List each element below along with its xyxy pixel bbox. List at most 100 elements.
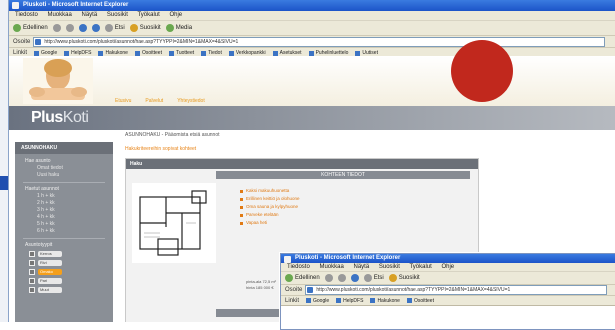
bullet-icon: [240, 205, 243, 209]
feature-list: Kaksi makuuhuonetta Erillinen keittiö ja…: [240, 187, 300, 227]
search-icon: [104, 24, 113, 32]
menu-favorites[interactable]: Suosikit: [379, 264, 400, 270]
back-button[interactable]: Edellinen: [285, 274, 320, 282]
link-icon: [336, 298, 342, 303]
panel-title: Haku: [126, 159, 478, 169]
menu-view[interactable]: Näytä: [82, 12, 98, 18]
second-browser-window[interactable]: Pluskoti - Microsoft Internet Explorer T…: [280, 253, 615, 330]
site-logo[interactable]: PlusKoti: [31, 109, 89, 127]
refresh-button[interactable]: [350, 274, 359, 282]
menu-help[interactable]: Ohje: [441, 264, 454, 270]
type-filter[interactable]: Muut: [15, 285, 113, 294]
page-icon: [35, 38, 42, 45]
menu-help[interactable]: Ohje: [169, 12, 182, 18]
checkbox[interactable]: [29, 286, 35, 293]
forward-arrow-icon: [52, 24, 61, 32]
feature-item: Oma sauna ja kylpyhuone: [240, 203, 300, 211]
link-icon: [34, 50, 40, 56]
back-arrow-icon: [285, 274, 293, 282]
media-icon: [165, 24, 174, 32]
menu-file[interactable]: Tiedosto: [15, 12, 38, 18]
checkbox[interactable]: [29, 250, 35, 257]
sidebar-section-title: Asuntotyypit: [25, 242, 53, 248]
breadcrumb: ASUNNOHAKU - Pääomista etsiä asunnot: [125, 132, 220, 138]
search-button[interactable]: Etsi: [104, 24, 125, 32]
ie-logo-icon: [284, 256, 291, 263]
listing-details: pinta-ala 72,5 m² hinta 185 000 €: [246, 279, 276, 291]
media-button[interactable]: Media: [165, 24, 192, 32]
stop-button[interactable]: [65, 24, 74, 32]
window-title: Pluskoti - Microsoft Internet Explorer: [295, 255, 401, 261]
forward-arrow-icon: [324, 274, 333, 282]
back-button[interactable]: Edellinen: [13, 24, 48, 32]
desktop-edge: [0, 0, 8, 322]
favorites-button[interactable]: Suosikit: [129, 24, 161, 32]
divider: [23, 238, 105, 239]
feature-item: Kaksi makuuhuonetta: [240, 187, 300, 195]
window-title: Pluskoti - Microsoft Internet Explorer: [23, 2, 129, 8]
red-marker-circle: [451, 40, 513, 102]
favorites-star-icon: [388, 274, 397, 282]
link-item[interactable]: Google: [306, 298, 329, 304]
nav-contact[interactable]: Yhteystiedot: [177, 98, 205, 104]
back-arrow-icon: [13, 24, 21, 32]
sidebar-subitem[interactable]: 1 h + kk: [15, 193, 113, 200]
menu-tools[interactable]: Työkalut: [409, 264, 431, 270]
sidebar-subitem[interactable]: 4 h + kk: [15, 214, 113, 221]
forward-button[interactable]: [324, 274, 333, 282]
sidebar-item[interactable]: Haetut asunnot: [15, 186, 113, 193]
home-button[interactable]: [91, 24, 100, 32]
nav-services[interactable]: Palvelut: [145, 98, 163, 104]
sidebar-item[interactable]: Uusi haku: [15, 172, 113, 179]
standard-toolbar: Edellinen Etsi Suosikit Media: [9, 21, 615, 36]
home-icon: [91, 24, 100, 32]
type-filter[interactable]: Kerros: [15, 249, 113, 258]
link-icon: [272, 50, 278, 56]
refresh-icon: [350, 274, 359, 282]
link-item[interactable]: HelpDFS: [336, 298, 363, 304]
menu-file[interactable]: Tiedosto: [287, 264, 310, 270]
menu-edit[interactable]: Muokkaa: [319, 264, 343, 270]
sidebar-subitem[interactable]: 3 h + kk: [15, 207, 113, 214]
address-input[interactable]: http://www.pluskoti.com/pluskoti/asunnot…: [305, 285, 608, 295]
type-filter-active[interactable]: Omako: [15, 267, 113, 276]
sidebar-subitem[interactable]: 5 h + kk: [15, 221, 113, 228]
page-title: Hakukriteereihin sopivat kohteet: [125, 146, 197, 152]
forward-button[interactable]: [52, 24, 61, 32]
menu-favorites[interactable]: Suosikit: [107, 12, 128, 18]
floor-plan-image[interactable]: [132, 183, 216, 263]
link-icon: [168, 50, 174, 56]
sidebar-subitem[interactable]: 2 h + kk: [15, 200, 113, 207]
bullet-icon: [240, 213, 243, 217]
checkbox[interactable]: [29, 259, 35, 266]
sidebar-item[interactable]: Hae asunto: [15, 158, 113, 165]
type-filter[interactable]: Rivi: [15, 258, 113, 267]
bullet-icon: [240, 189, 243, 193]
checkbox[interactable]: [29, 268, 35, 275]
links-label: Linkit: [285, 297, 300, 304]
type-filter[interactable]: Pari: [15, 276, 113, 285]
address-value: http://www.pluskoti.com/pluskoti/asunnot…: [44, 38, 239, 45]
nav-home[interactable]: Etusivu: [115, 98, 131, 104]
link-icon: [308, 50, 314, 56]
favorites-button[interactable]: Suosikit: [388, 274, 420, 282]
link-item[interactable]: Osoitteet: [406, 298, 434, 304]
menu-bar: Tiedosto Muokkaa Näytä Suosikit Työkalut…: [281, 263, 615, 272]
refresh-button[interactable]: [78, 24, 87, 32]
menu-edit[interactable]: Muokkaa: [47, 12, 71, 18]
stop-button[interactable]: [337, 274, 346, 282]
checkbox[interactable]: [29, 277, 35, 284]
link-icon: [370, 298, 376, 303]
bullet-icon: [240, 197, 243, 201]
sidebar-item[interactable]: Omat tiedot: [15, 165, 113, 172]
menu-view[interactable]: Näytä: [354, 264, 370, 270]
address-input[interactable]: http://www.pluskoti.com/pluskoti/asunnot…: [33, 36, 606, 47]
address-label: Osoite: [13, 38, 31, 45]
refresh-icon: [78, 24, 87, 32]
address-bar: Osoite http://www.pluskoti.com/pluskoti/…: [281, 285, 615, 296]
sidebar-subitem[interactable]: 6 h + kk: [15, 228, 113, 235]
menu-tools[interactable]: Työkalut: [137, 12, 159, 18]
link-item[interactable]: Hakukone: [370, 298, 400, 304]
address-label: Osoite: [285, 287, 303, 293]
search-button[interactable]: Etsi: [363, 274, 384, 282]
